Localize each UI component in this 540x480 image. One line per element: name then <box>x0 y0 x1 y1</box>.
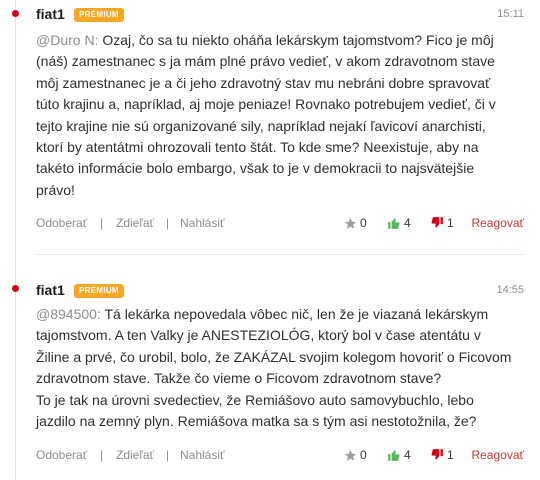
neutral-count: 0 <box>360 448 367 462</box>
comment-actions: Odoberať | Zdieľať | Nahlásiť 0 4 1 Reag… <box>36 216 524 232</box>
unfollow-link[interactable]: Odoberať <box>36 216 87 230</box>
downvote-count: 1 <box>447 216 454 230</box>
downvote-button[interactable]: 1 <box>430 216 454 230</box>
comment-text: @Duro N: Ozaj, čo sa tu niekto oháňa lek… <box>36 32 496 198</box>
comment-divider <box>36 254 524 255</box>
report-link[interactable]: Nahlásiť <box>180 216 225 230</box>
upvote-count: 4 <box>404 216 411 230</box>
downvote-count: 1 <box>447 448 454 462</box>
neutral-count: 0 <box>360 216 367 230</box>
timeline-dot <box>12 10 19 17</box>
author-name[interactable]: fiat1 <box>36 6 65 22</box>
report-link[interactable]: Nahlásiť <box>180 448 225 462</box>
star-icon <box>344 217 357 230</box>
separator: | <box>100 448 104 462</box>
thumbs-down-icon <box>430 216 444 230</box>
comment-time: 14:55 <box>496 284 524 296</box>
separator: | <box>100 216 104 230</box>
reply-link[interactable]: Reagovať <box>471 448 524 462</box>
upvote-button[interactable]: 4 <box>387 216 411 230</box>
comment-actions: Odoberať | Zdieľať | Nahlásiť 0 4 1 Reag… <box>36 448 524 464</box>
premium-badge: PRÉMIUM <box>74 284 124 298</box>
comment-text: @894500: Tá lekárka nepovedala vôbec nič… <box>36 306 512 430</box>
upvote-button[interactable]: 4 <box>387 448 411 462</box>
neutral-vote[interactable]: 0 <box>344 216 367 230</box>
comment-time: 15:11 <box>497 8 524 20</box>
downvote-button[interactable]: 1 <box>430 448 454 462</box>
neutral-vote[interactable]: 0 <box>344 448 367 462</box>
separator: | <box>166 216 170 230</box>
mention[interactable]: @894500: <box>36 306 101 322</box>
star-icon <box>344 449 357 462</box>
thumbs-up-icon <box>387 448 401 462</box>
thumbs-up-icon <box>387 216 401 230</box>
share-link[interactable]: Zdieľať <box>116 448 154 462</box>
timeline-line <box>15 0 16 480</box>
thumbs-down-icon <box>430 448 444 462</box>
unfollow-link[interactable]: Odoberať <box>36 448 87 462</box>
timeline-dot <box>12 285 19 292</box>
separator: | <box>166 448 170 462</box>
author-name[interactable]: fiat1 <box>36 282 65 298</box>
premium-badge: PRÉMIUM <box>74 8 124 22</box>
reply-link[interactable]: Reagovať <box>471 216 524 230</box>
upvote-count: 4 <box>404 448 411 462</box>
mention[interactable]: @Duro N: <box>36 32 98 48</box>
share-link[interactable]: Zdieľať <box>116 216 154 230</box>
